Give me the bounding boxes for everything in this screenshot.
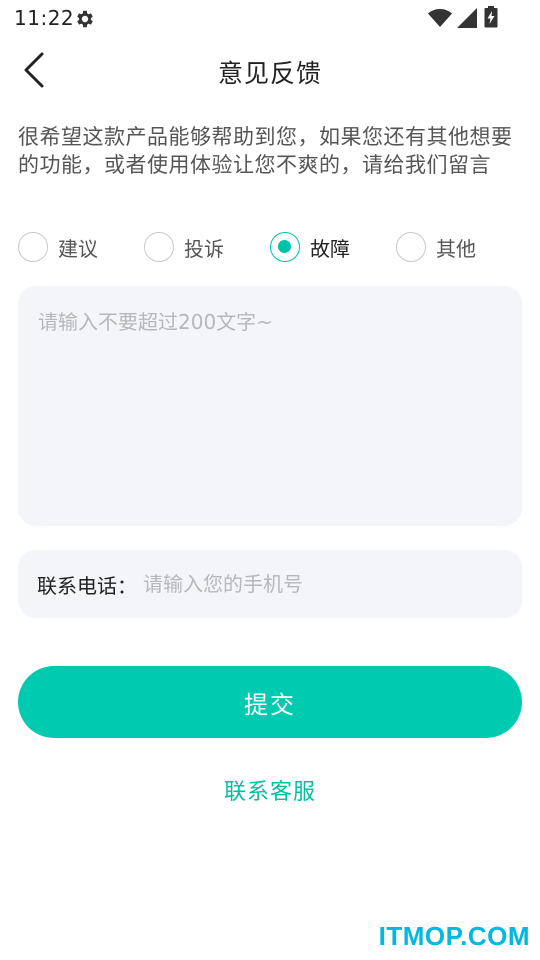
radio-label: 建议 [58, 236, 98, 261]
phone-input[interactable] [143, 564, 522, 604]
radio-option-fault[interactable]: 故障 [270, 230, 350, 264]
contact-support-link[interactable]: 联系客服 [0, 774, 540, 806]
phone-label: 联系电话： [37, 573, 137, 598]
radio-option-suggestion[interactable]: 建议 [18, 230, 98, 264]
feedback-textarea[interactable] [18, 286, 522, 526]
feedback-box [18, 286, 522, 526]
radio-label: 其他 [436, 236, 476, 261]
intro-text: 很希望这款产品能够帮助到您，如果您还有其他想要的功能，或者使用体验让您不爽的，请… [18, 125, 513, 177]
radio-option-other[interactable]: 其他 [396, 230, 476, 264]
radio-button[interactable] [18, 232, 48, 262]
radio-button[interactable] [144, 232, 174, 262]
status-bar: 11:22 [0, 0, 540, 36]
navigation-bar: 意见反馈 [0, 36, 540, 104]
phone-field: 联系电话： [18, 550, 522, 618]
gear-icon [77, 10, 93, 28]
radio-label: 故障 [310, 236, 350, 261]
radio-button-selected[interactable] [270, 232, 300, 262]
watermark-text: ITMOP.COM [378, 921, 530, 951]
submit-button[interactable]: 提交 [18, 666, 522, 738]
cellular-signal-icon [457, 8, 477, 28]
status-time: 11:22 [14, 6, 75, 30]
radio-button[interactable] [396, 232, 426, 262]
page-title: 意见反馈 [217, 59, 322, 88]
radio-option-complaint[interactable]: 投诉 [144, 230, 224, 264]
wifi-icon [428, 9, 452, 27]
feedback-type-group: 建议 投诉 故障 其他 [18, 230, 522, 264]
radio-label: 投诉 [184, 236, 224, 261]
battery-charging-icon [484, 6, 498, 28]
